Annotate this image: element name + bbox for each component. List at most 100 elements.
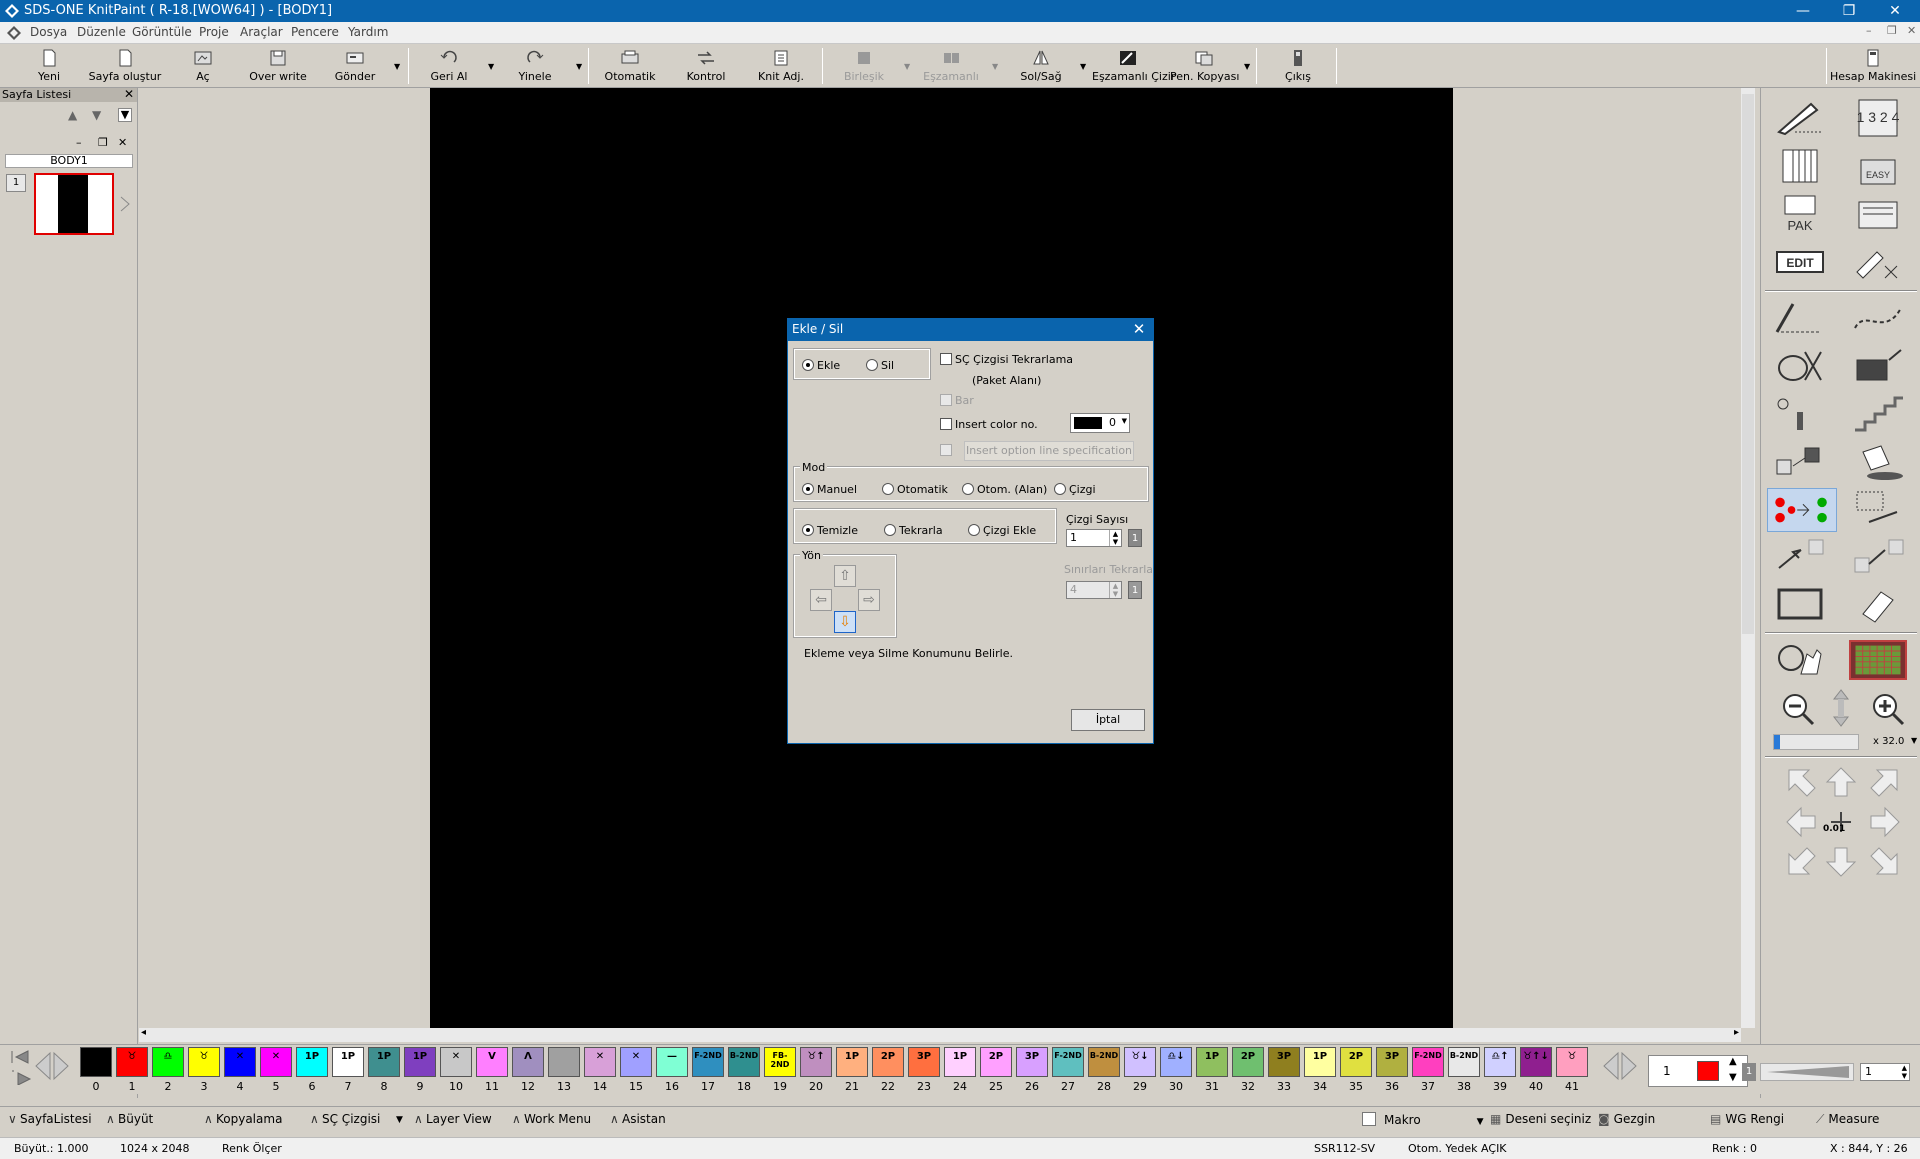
color-swatch[interactable]: 1P	[1196, 1047, 1228, 1077]
shape-tool[interactable]	[1771, 346, 1829, 386]
sol-sag-dropdown-icon[interactable]: ▼	[1080, 62, 1086, 71]
color-swatch[interactable]: 3P	[1268, 1047, 1300, 1077]
insert-option-checkbox[interactable]	[940, 444, 955, 457]
arrow-down-left-icon[interactable]	[1783, 844, 1819, 880]
mdi-minimize-button[interactable]: –	[1866, 24, 1872, 37]
page-menu-icon[interactable]: ▼	[118, 108, 132, 122]
sc-cizgisi-dropdown-icon[interactable]: ▼	[396, 1115, 403, 1125]
arrow-up-icon[interactable]	[1823, 764, 1859, 800]
edit-tool[interactable]: EDIT	[1771, 242, 1829, 282]
frame-tool[interactable]	[1771, 584, 1829, 624]
tab-layer-view[interactable]: ∧ Layer View	[414, 1112, 492, 1126]
color-swatch[interactable]: F-2ND	[1052, 1047, 1084, 1077]
scroll-left-icon[interactable]: ◂	[141, 1027, 146, 1038]
sheet-restore-button[interactable]: ❐	[98, 136, 108, 149]
sheet-minimize-button[interactable]: –	[76, 136, 82, 149]
color-swatch[interactable]: ♉↓	[1124, 1047, 1156, 1077]
cizgi-sayisi-set-button[interactable]: 1	[1128, 529, 1142, 547]
color-swatch[interactable]: F-2ND	[692, 1047, 724, 1077]
menu-dosya[interactable]: Dosya	[30, 25, 67, 39]
color-swatch[interactable]: B-2ND	[1448, 1047, 1480, 1077]
page-up-stepper-icon[interactable]: ▲	[1729, 1056, 1737, 1067]
insert-delete-tool[interactable]	[1767, 488, 1837, 532]
birlesik-dropdown-icon[interactable]: ▼	[904, 62, 910, 71]
cube-tool[interactable]	[1771, 442, 1829, 482]
over-write-button[interactable]: Over write	[248, 46, 308, 86]
spray-tool[interactable]	[1771, 394, 1829, 434]
page-thumbnail[interactable]	[34, 173, 114, 235]
color-swatch[interactable]: 1P	[296, 1047, 328, 1077]
spin-stepper-icon[interactable]: ▲ ▼	[1109, 582, 1121, 598]
otomatik-button[interactable]: Otomatik	[602, 46, 658, 86]
speed-stepper-icon[interactable]: ▲ ▼	[1902, 1064, 1907, 1080]
menu-goruntule[interactable]: Görüntüle	[132, 25, 192, 39]
direction-left-button[interactable]: ⇦	[810, 589, 832, 611]
pattern-tool[interactable]	[1771, 146, 1829, 186]
color-swatch[interactable]	[80, 1047, 112, 1077]
tab-kopyalama[interactable]: ∧ Kopyalama	[204, 1112, 282, 1126]
color-swatch[interactable]: 2P	[980, 1047, 1012, 1077]
color-swatch[interactable]: 3P	[1016, 1047, 1048, 1077]
color-swatch[interactable]	[548, 1047, 580, 1077]
tab-asistan[interactable]: ∧ Asistan	[610, 1112, 666, 1126]
direction-down-button[interactable]: ⇩	[834, 611, 856, 633]
dialog-close-button[interactable]: ✕	[1131, 321, 1147, 337]
color-swatch[interactable]: 2P	[1340, 1047, 1372, 1077]
palette-scroll-icon[interactable]	[1602, 1051, 1638, 1085]
tab-buyut[interactable]: ∧ Büyüt	[106, 1112, 153, 1126]
step-center[interactable]: 0.01	[1823, 804, 1859, 840]
color-swatch[interactable]: ♉	[188, 1047, 220, 1077]
color-swatch[interactable]: 1P	[368, 1047, 400, 1077]
ekle-radio[interactable]: Ekle	[802, 359, 840, 372]
sayfa-olustur-button[interactable]: Sayfa oluştur	[88, 46, 162, 86]
color-swatch[interactable]: 3P	[1376, 1047, 1408, 1077]
gezgin-button[interactable]: ◙ Gezgin	[1598, 1112, 1655, 1126]
color-swatch[interactable]: ✕	[224, 1047, 256, 1077]
vertical-scroll-thumb[interactable]	[1742, 94, 1754, 634]
eszamanli-dropdown-icon[interactable]: ▼	[992, 62, 998, 71]
menu-araclar[interactable]: Araçlar	[240, 25, 283, 39]
cizgi-radio[interactable]: Çizgi	[1054, 483, 1096, 496]
measure-button[interactable]: ⟋ Measure	[1816, 1112, 1879, 1127]
line-tool[interactable]	[1771, 298, 1829, 338]
yinele-button[interactable]: Yinele	[512, 46, 558, 86]
horizontal-scrollbar[interactable]: ◂ ▸	[139, 1027, 1741, 1042]
arrow-right-icon[interactable]	[1867, 804, 1903, 840]
color-swatch[interactable]: F-2ND	[1412, 1047, 1444, 1077]
tab-sc-cizgisi[interactable]: ∧ SÇ Çizgisi	[310, 1112, 380, 1126]
page-list-close-icon[interactable]: ✕	[124, 87, 134, 101]
numbers-tool[interactable]: 1 3 2 4	[1849, 98, 1907, 138]
makro-dropdown[interactable]: Makro ▼	[1362, 1112, 1484, 1127]
gonder-button[interactable]: Gönder	[330, 46, 380, 86]
palette-first-last-icon[interactable]	[8, 1049, 34, 1085]
easy-tool[interactable]: EASY	[1849, 146, 1907, 186]
hand-tool[interactable]	[1771, 640, 1829, 680]
thumb-next-icon[interactable]	[120, 196, 130, 212]
minimize-button[interactable]: —	[1780, 0, 1826, 22]
color-select[interactable]: 0 ▼	[1070, 413, 1130, 433]
cizgi-ekle-radio[interactable]: Çizgi Ekle	[968, 524, 1036, 537]
gonder-dropdown-icon[interactable]: ▼	[394, 62, 400, 71]
sil-radio[interactable]: Sil	[866, 359, 894, 372]
tab-sayfa-listesi[interactable]: ∨ SayfaListesi	[8, 1112, 92, 1126]
copy-tool[interactable]	[1849, 536, 1907, 576]
rect-fill-tool[interactable]	[1849, 346, 1907, 386]
color-swatch[interactable]: Λ	[512, 1047, 544, 1077]
app-menu-icon[interactable]	[6, 25, 22, 41]
tekrarla-radio[interactable]: Tekrarla	[884, 524, 943, 537]
color-swatch[interactable]: ♉↑	[800, 1047, 832, 1077]
zoom-slider-thumb[interactable]	[1774, 735, 1780, 749]
scroll-right-icon[interactable]: ▸	[1734, 1027, 1739, 1038]
color-swatch[interactable]: FB-2ND	[764, 1047, 796, 1077]
current-page-field[interactable]: 1 ▲ ▼	[1648, 1055, 1748, 1087]
yeni-button[interactable]: Yeni	[28, 46, 70, 86]
color-swatch[interactable]: B-2ND	[728, 1047, 760, 1077]
zoom-out-tool[interactable]	[1771, 688, 1829, 728]
undo-dropdown-icon[interactable]: ▼	[488, 62, 494, 71]
mdi-close-button[interactable]: ✕	[1907, 24, 1916, 37]
direction-right-button[interactable]: ⇨	[858, 589, 880, 611]
close-button[interactable]: ✕	[1872, 0, 1918, 22]
zoom-dropdown-icon[interactable]: ▼	[1911, 736, 1917, 745]
palette-prev-next-icon[interactable]	[34, 1051, 70, 1081]
knit-adj-button[interactable]: Knit Adj.	[756, 46, 806, 86]
